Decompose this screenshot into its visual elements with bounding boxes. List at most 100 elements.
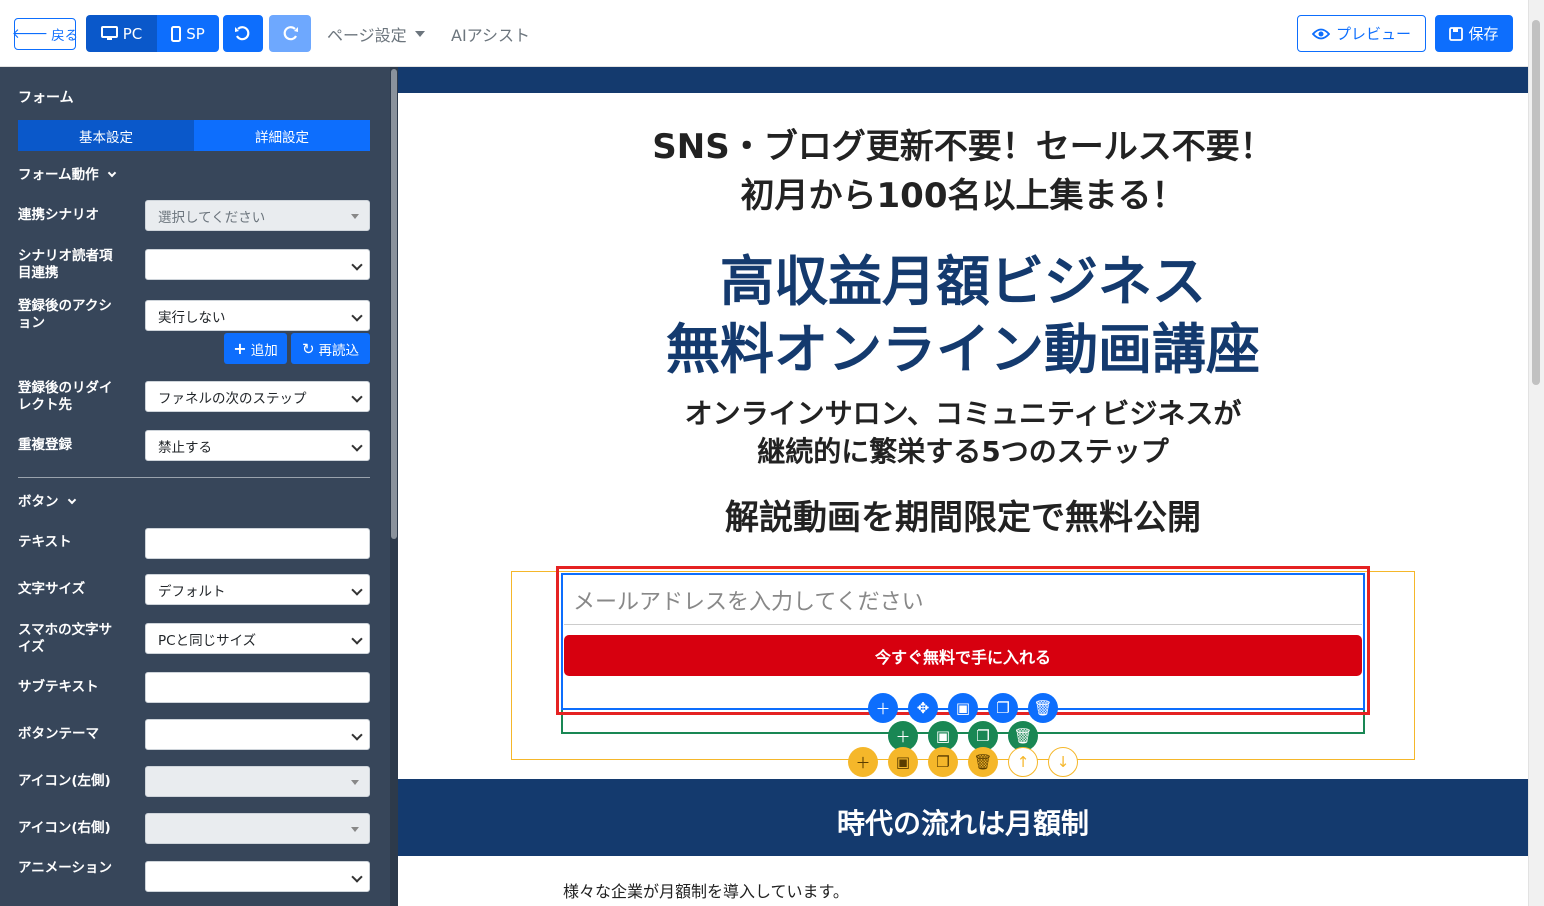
back-button[interactable]: 🡐 戻る — [11, 18, 78, 50]
theme-select[interactable] — [145, 719, 370, 750]
chevron-down-icon — [351, 584, 363, 596]
reload-button[interactable]: ↻ 再読込 — [291, 333, 370, 364]
headline-line-1[interactable]: SNS・ブログ更新不要！セールス不要！ — [398, 119, 1528, 168]
redo-button[interactable] — [269, 15, 311, 52]
section-form-action[interactable]: フォーム動作 — [18, 167, 218, 184]
header-band — [398, 67, 1528, 93]
copy-icon: ❐ — [936, 753, 950, 771]
preview-button[interactable]: プレビュー — [1297, 15, 1426, 52]
element-move-button[interactable]: ✥ — [908, 693, 938, 723]
plus-icon: + — [233, 339, 247, 358]
redo-icon — [283, 25, 298, 40]
font-size-label: 文字サイズ — [18, 581, 86, 597]
plus-icon: ＋ — [875, 699, 891, 718]
section-heading[interactable]: 時代の流れは月額制 — [398, 802, 1528, 842]
page-settings-menu[interactable]: ページ設定 — [327, 22, 425, 46]
section-save-button[interactable]: ▣ — [888, 747, 918, 777]
arrow-left-icon: 🡐 — [11, 26, 49, 42]
post-action-value: 実行しない — [158, 309, 226, 326]
subheading-line-1[interactable]: オンラインサロン、コミュニティビジネスが — [398, 392, 1528, 432]
section-move-up-button[interactable]: ↑ — [1008, 747, 1038, 777]
chevron-down-icon — [351, 633, 363, 645]
tab-detail-settings[interactable]: 詳細設定 — [194, 120, 370, 151]
cta-label: 今すぐ無料で手に入れる — [874, 647, 1051, 667]
arrow-up-icon: ↑ — [1016, 753, 1030, 771]
page-canvas: SNS・ブログ更新不要！セールス不要！ 初月から100名以上集まる！ 高収益月額… — [398, 67, 1528, 906]
animation-select[interactable] — [145, 861, 370, 892]
caret-down-icon — [351, 214, 359, 219]
sidebar-scrollbar-thumb[interactable] — [391, 69, 397, 539]
icon-right-select[interactable] — [145, 813, 370, 844]
divider — [18, 477, 370, 478]
eye-icon — [1311, 28, 1330, 39]
text-input[interactable] — [145, 528, 370, 559]
section-add-button[interactable]: ＋ — [848, 747, 878, 777]
pc-label: PC — [122, 24, 143, 43]
section-move-down-button[interactable]: ↓ — [1048, 747, 1078, 777]
floppy-icon: ▣ — [935, 727, 951, 745]
add-action-button[interactable]: + 追加 — [224, 333, 287, 364]
post-action-select[interactable]: 実行しない — [145, 300, 370, 331]
copy-icon: ❐ — [976, 727, 990, 745]
element-copy-button[interactable]: ❐ — [988, 693, 1018, 723]
page-settings-label: ページ設定 — [327, 26, 407, 45]
undo-button[interactable] — [223, 15, 263, 52]
element-delete-button[interactable]: 🗑 — [1028, 693, 1058, 723]
scenario-select[interactable]: 選択してください — [145, 200, 370, 231]
sp-font-size-label: スマホの文字サイズ — [18, 622, 113, 655]
caret-down-icon — [351, 780, 359, 785]
chevron-down-icon — [351, 259, 363, 271]
settings-sidebar: フォーム 基本設定 詳細設定 フォーム動作 連携シナリオ 選択してください シナ… — [0, 67, 398, 906]
title-line-2[interactable]: 無料オンライン動画講座 — [398, 305, 1528, 384]
smartphone-icon — [171, 25, 182, 42]
element-save-button[interactable]: ▣ — [948, 693, 978, 723]
ai-assist-menu[interactable]: AIアシスト — [451, 22, 530, 46]
section-form-action-label: フォーム動作 — [18, 167, 99, 183]
chevron-down-icon — [107, 168, 116, 178]
trash-icon: 🗑 — [1013, 727, 1033, 745]
scenario-label: 連携シナリオ — [18, 207, 99, 223]
email-input[interactable]: メールアドレスを入力してください — [564, 576, 1362, 625]
save-button[interactable]: 保存 — [1435, 15, 1513, 52]
chevron-down-icon — [351, 391, 363, 403]
post-action-label: 登録後のアクション — [18, 298, 112, 331]
icon-left-select[interactable] — [145, 766, 370, 797]
trash-icon: 🗑 — [973, 753, 993, 771]
subheading-line-3[interactable]: 解説動画を期間限定で無料公開 — [398, 490, 1528, 539]
copy-icon: ❐ — [996, 699, 1010, 717]
undo-icon — [235, 25, 250, 40]
scenario-placeholder: 選択してください — [158, 209, 266, 226]
floppy-icon — [1449, 26, 1464, 41]
headline-line-2[interactable]: 初月から100名以上集まる！ — [398, 168, 1528, 217]
floppy-icon: ▣ — [895, 753, 911, 771]
chevron-down-icon — [351, 871, 363, 883]
subheading-line-2[interactable]: 継続的に繁栄する5つのステップ — [398, 430, 1528, 470]
tab-basic-settings[interactable]: 基本設定 — [18, 120, 194, 151]
settings-tabs: 基本設定 詳細設定 — [18, 120, 370, 151]
chevron-down-icon — [351, 440, 363, 452]
duplicate-label: 重複登録 — [18, 437, 72, 453]
element-add-button[interactable]: ＋ — [868, 693, 898, 723]
section-copy-button[interactable]: ❐ — [928, 747, 958, 777]
text-label: テキスト — [18, 534, 72, 550]
top-toolbar: 🡐 戻る PC SP ページ設定 AIアシスト プレビュー 保存 — [0, 0, 1544, 67]
plus-icon: ＋ — [855, 753, 871, 772]
cta-button[interactable]: 今すぐ無料で手に入れる — [564, 635, 1362, 676]
floppy-icon: ▣ — [955, 699, 971, 717]
sp-view-button[interactable]: SP — [157, 15, 219, 52]
font-size-select[interactable]: デフォルト — [145, 574, 370, 605]
duplicate-select[interactable]: 禁止する — [145, 430, 370, 461]
section-button[interactable]: ボタン — [18, 494, 218, 511]
redirect-select[interactable]: ファネルの次のステップ — [145, 381, 370, 412]
sp-font-size-select[interactable]: PCと同じサイズ — [145, 623, 370, 654]
reload-label: 再読込 — [318, 342, 360, 359]
icon-right-label: アイコン(右側) — [18, 820, 111, 836]
subtext-input[interactable] — [145, 672, 370, 703]
section-delete-button[interactable]: 🗑 — [968, 747, 998, 777]
duplicate-value: 禁止する — [158, 439, 212, 456]
reader-field-select[interactable] — [145, 249, 370, 280]
pc-view-button[interactable]: PC — [86, 15, 157, 52]
subtext-label: サブテキスト — [18, 679, 99, 695]
page-scrollbar-thumb[interactable] — [1532, 20, 1540, 385]
body-paragraph[interactable]: 様々な企業が月額制を導入しています。 — [563, 878, 849, 902]
